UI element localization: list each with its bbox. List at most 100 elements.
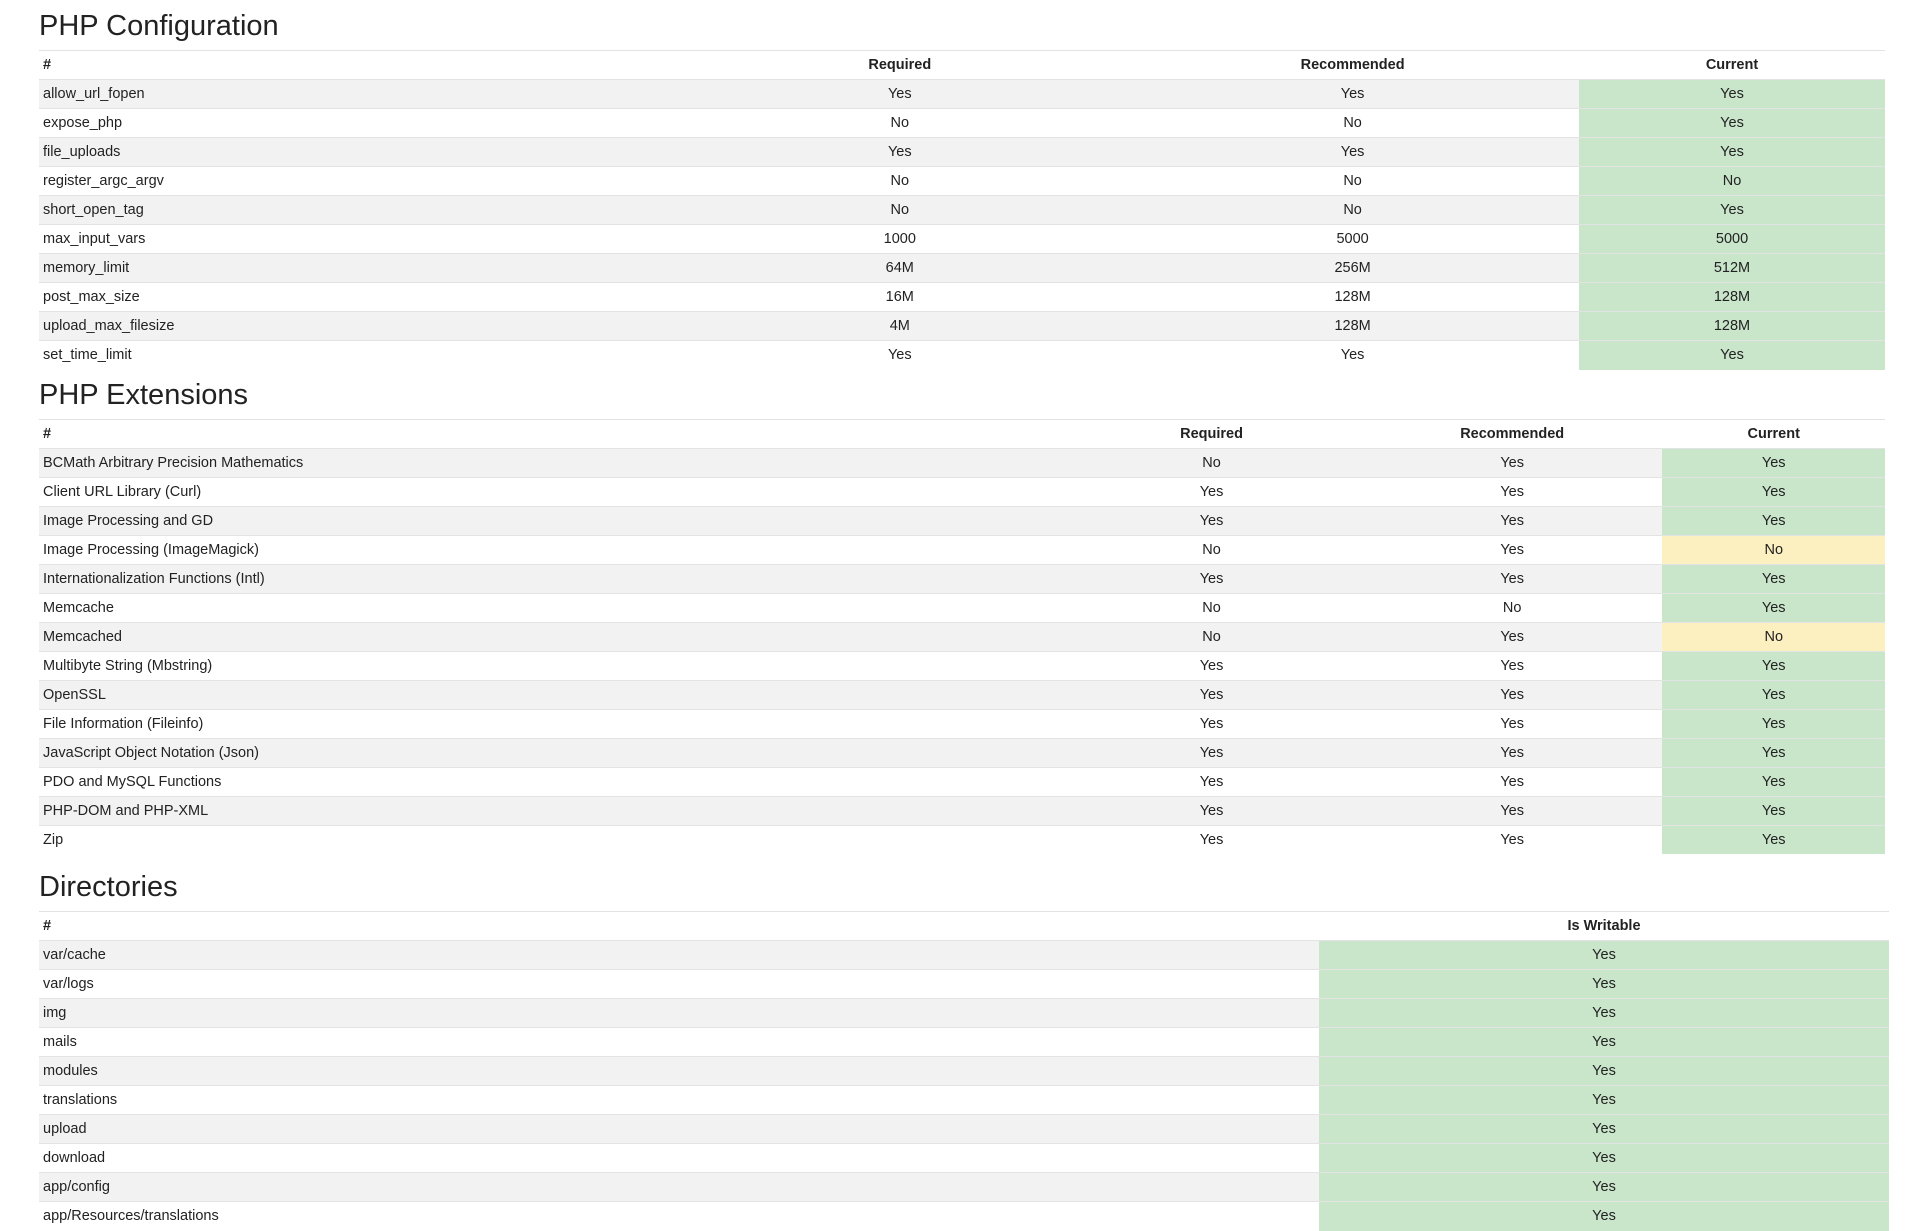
- cell-name: app/Resources/translations: [39, 1201, 1319, 1231]
- cell-writable: Yes: [1319, 1085, 1889, 1115]
- cell-recommended: Yes: [1361, 534, 1663, 564]
- table-row: post_max_size 16M 128M 128M: [39, 282, 1885, 312]
- cell-name: post_max_size: [39, 282, 674, 312]
- cell-recommended: Yes: [1361, 824, 1663, 854]
- cell-recommended: Yes: [1126, 79, 1580, 109]
- cell-recommended: 128M: [1126, 282, 1580, 312]
- cell-name: Image Processing (ImageMagick): [39, 534, 1062, 564]
- cell-current: No: [1662, 534, 1885, 564]
- cell-recommended: Yes: [1361, 795, 1663, 825]
- cell-current: Yes: [1662, 708, 1885, 738]
- table-row: translations Yes: [39, 1085, 1889, 1115]
- column-header-name: #: [39, 418, 1062, 448]
- cell-name: memory_limit: [39, 253, 674, 283]
- column-header-required: Required: [673, 50, 1127, 80]
- cell-required: Yes: [1061, 563, 1362, 593]
- cell-recommended: Yes: [1361, 621, 1663, 651]
- cell-current: Yes: [1662, 476, 1885, 506]
- directories-section: Directories # Is Writable var/cache Yes va…: [39, 854, 1889, 1231]
- cell-recommended: 128M: [1126, 311, 1580, 341]
- cell-required: Yes: [1061, 476, 1362, 506]
- cell-name: OpenSSL: [39, 679, 1062, 709]
- cell-name: short_open_tag: [39, 195, 674, 225]
- cell-writable: Yes: [1319, 1143, 1889, 1173]
- cell-name: BCMath Arbitrary Precision Mathematics: [39, 447, 1062, 477]
- column-header-name: #: [39, 911, 1319, 941]
- cell-current: 5000: [1579, 224, 1885, 254]
- cell-writable: Yes: [1319, 998, 1889, 1028]
- cell-name: download: [39, 1143, 1319, 1173]
- cell-name: Zip: [39, 824, 1062, 854]
- cell-recommended: Yes: [1361, 679, 1663, 709]
- cell-name: upload: [39, 1114, 1319, 1144]
- cell-name: max_input_vars: [39, 224, 674, 254]
- cell-required: Yes: [1061, 708, 1362, 738]
- php-configuration-table: # Required Recommended Current allow_url…: [39, 50, 1885, 370]
- column-header-name: #: [39, 50, 674, 80]
- table-body: BCMath Arbitrary Precision Mathematics No…: [39, 447, 1885, 854]
- table-row: upload Yes: [39, 1114, 1889, 1144]
- cell-name: File Information (Fileinfo): [39, 708, 1062, 738]
- table-row: max_input_vars 1000 5000 5000: [39, 224, 1885, 254]
- directories-table: # Is Writable var/cache Yes var/logs Yes img…: [39, 911, 1889, 1231]
- column-header-recommended: Recommended: [1361, 418, 1663, 448]
- cell-current: Yes: [1579, 137, 1885, 167]
- cell-required: 4M: [673, 311, 1127, 341]
- cell-current: Yes: [1579, 108, 1885, 138]
- cell-required: Yes: [1061, 766, 1362, 796]
- cell-writable: Yes: [1319, 1172, 1889, 1202]
- cell-name: Memcache: [39, 592, 1062, 622]
- cell-name: allow_url_fopen: [39, 79, 674, 109]
- cell-current: Yes: [1662, 766, 1885, 796]
- cell-current: 128M: [1579, 282, 1885, 312]
- cell-recommended: Yes: [1361, 708, 1663, 738]
- cell-name: mails: [39, 1027, 1319, 1057]
- cell-name: translations: [39, 1085, 1319, 1115]
- table-row: memory_limit 64M 256M 512M: [39, 253, 1885, 283]
- cell-current: Yes: [1662, 679, 1885, 709]
- cell-recommended: Yes: [1361, 650, 1663, 680]
- cell-name: img: [39, 998, 1319, 1028]
- table-row: Internationalization Functions (Intl) Yes…: [39, 563, 1885, 593]
- section-title: PHP Extensions: [39, 378, 249, 411]
- cell-name: Internationalization Functions (Intl): [39, 563, 1062, 593]
- cell-writable: Yes: [1319, 969, 1889, 999]
- cell-required: 16M: [673, 282, 1127, 312]
- section-title: PHP Configuration: [39, 10, 279, 42]
- table-row: Zip Yes Yes Yes: [39, 824, 1885, 854]
- cell-current: Yes: [1662, 592, 1885, 622]
- cell-recommended: Yes: [1361, 476, 1663, 506]
- cell-current: Yes: [1662, 795, 1885, 825]
- table-header-row: # Required Recommended Current: [39, 418, 1885, 448]
- table-row: app/Resources/translations Yes: [39, 1201, 1889, 1231]
- cell-name: upload_max_filesize: [39, 311, 674, 341]
- cell-writable: Yes: [1319, 1056, 1889, 1086]
- cell-required: No: [673, 108, 1127, 138]
- table-header-row: # Is Writable: [39, 911, 1889, 941]
- cell-required: No: [1061, 447, 1362, 477]
- table-row: mails Yes: [39, 1027, 1889, 1057]
- cell-required: Yes: [1061, 824, 1362, 854]
- table-row: img Yes: [39, 998, 1889, 1028]
- cell-name: file_uploads: [39, 137, 674, 167]
- table-row: expose_php No No Yes: [39, 108, 1885, 138]
- cell-recommended: Yes: [1361, 766, 1663, 796]
- cell-required: Yes: [1061, 679, 1362, 709]
- cell-current: Yes: [1662, 824, 1885, 854]
- cell-current: Yes: [1662, 505, 1885, 535]
- table-row: Multibyte String (Mbstring) Yes Yes Yes: [39, 650, 1885, 680]
- cell-required: No: [673, 195, 1127, 225]
- cell-writable: Yes: [1319, 1201, 1889, 1231]
- cell-required: No: [1061, 621, 1362, 651]
- cell-current: Yes: [1579, 340, 1885, 370]
- cell-name: expose_php: [39, 108, 674, 138]
- cell-recommended: Yes: [1126, 340, 1580, 370]
- cell-name: register_argc_argv: [39, 166, 674, 196]
- table-header-row: # Required Recommended Current: [39, 50, 1885, 80]
- cell-name: Image Processing and GD: [39, 505, 1062, 535]
- table-row: JavaScript Object Notation (Json) Yes Yes Y…: [39, 737, 1885, 767]
- table-row: allow_url_fopen Yes Yes Yes: [39, 79, 1885, 109]
- cell-current: Yes: [1662, 650, 1885, 680]
- cell-recommended: No: [1361, 592, 1663, 622]
- table-row: modules Yes: [39, 1056, 1889, 1086]
